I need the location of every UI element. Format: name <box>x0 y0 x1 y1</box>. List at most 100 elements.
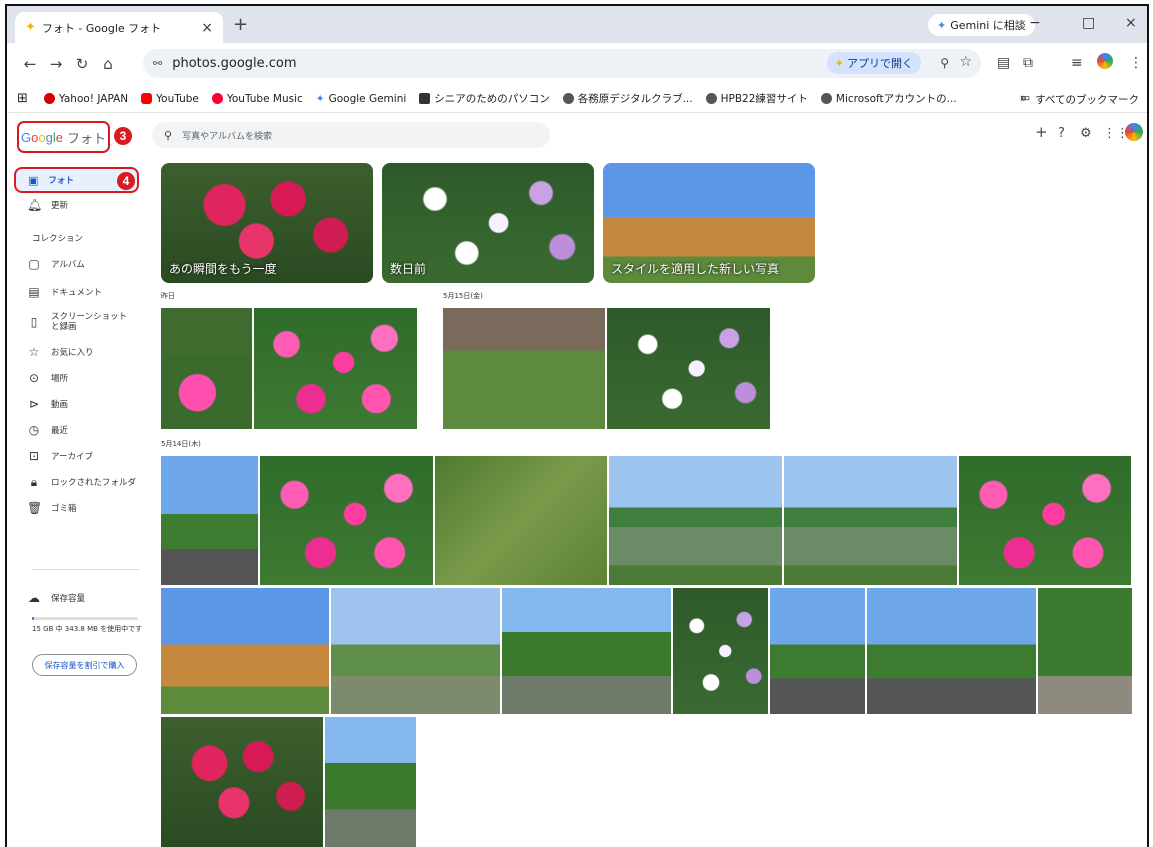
sidebar-item-videos[interactable]: ⊳ 動画 <box>27 395 68 413</box>
bookmark-item[interactable]: Yahoo! JAPAN <box>43 93 128 105</box>
screenshot-icon: ▯ <box>30 315 38 329</box>
google-photos-logo[interactable]: Google フォト <box>17 121 110 153</box>
google-photos-app: Google フォト 3 ⚲ 写真やアルバムを検索 + ? ⚙ ⋮⋮ ▣ フォト… <box>7 113 1147 847</box>
logo-google-text: Google <box>21 129 63 145</box>
memory-card-label: スタイルを適用した新しい写真 <box>611 262 780 276</box>
bookmark-item[interactable]: HPB22練習サイト <box>705 91 808 106</box>
reading-list-icon[interactable]: ▤ <box>997 55 1010 71</box>
tab-close-icon[interactable]: × <box>201 20 213 36</box>
new-tab-button[interactable]: + <box>233 14 248 35</box>
photo-thumbnail[interactable] <box>673 588 768 714</box>
sidebar-item-label: 更新 <box>51 201 69 211</box>
bookmark-label: YouTube <box>156 92 199 105</box>
pinwheel-icon: ✦ <box>834 56 844 70</box>
photo-thumbnail[interactable] <box>331 588 500 714</box>
reload-icon[interactable]: ↻ <box>69 55 95 73</box>
photo-thumbnail[interactable] <box>607 308 770 429</box>
youtube-icon <box>141 93 153 104</box>
address-bar[interactable]: ⚯ photos.google.com ✦ アプリで開く ⚲ ☆ <box>143 49 981 78</box>
minimize-button[interactable]: − <box>1029 15 1041 31</box>
open-app-button[interactable]: ✦ アプリで開く <box>826 52 921 74</box>
memory-card[interactable]: 数日前 <box>382 163 594 283</box>
bookmark-star-icon[interactable]: ☆ <box>959 54 972 70</box>
photo-thumbnail[interactable] <box>161 308 252 429</box>
bookmark-item[interactable]: ✦ Google Gemini <box>316 93 407 105</box>
photo-thumbnail[interactable] <box>435 456 607 585</box>
archive-icon: ⊡ <box>28 449 40 463</box>
globe-icon <box>562 93 574 104</box>
trash-icon: 🗑︎ <box>27 501 43 515</box>
sidebar-item-label: 保存容量 <box>51 594 86 604</box>
settings-gear-icon[interactable]: ⚙ <box>1080 126 1092 141</box>
browser-menu-icon[interactable]: ⋮ <box>1129 55 1143 71</box>
home-icon[interactable]: ⌂ <box>95 55 121 73</box>
photo-thumbnail[interactable] <box>161 456 258 585</box>
photo-thumbnail[interactable] <box>161 717 323 847</box>
photo-thumbnail[interactable] <box>959 456 1131 585</box>
photo-thumbnail[interactable] <box>784 456 957 585</box>
storage-progress-fill <box>32 617 35 620</box>
all-bookmarks-button[interactable]: ▭ すべてのブックマーク <box>1020 92 1139 107</box>
pinwheel-icon: ✦ <box>25 20 36 35</box>
back-arrow-icon[interactable]: ← <box>17 55 43 73</box>
clock-icon: ◷ <box>28 423 40 437</box>
photo-thumbnail[interactable] <box>254 308 417 429</box>
photo-thumbnail[interactable] <box>502 588 671 714</box>
screenshot-search-icon[interactable]: ⧉ <box>1023 55 1033 71</box>
sidebar: ▣ フォト 4 🔔︎ 更新 コレクション ▢ アルバム ▤ ドキュメント ▯ スクリー… <box>7 159 152 847</box>
bookmark-item[interactable]: 各務原デジタルクラブ... <box>562 91 693 106</box>
photo-thumbnail[interactable] <box>770 588 865 714</box>
gemini-button[interactable]: ✦ Gemini に相談 <box>928 14 1035 36</box>
zoom-icon[interactable]: ⚲ <box>940 56 949 70</box>
site-info-icon[interactable]: ⚯ <box>153 57 162 70</box>
photo-thumbnail[interactable] <box>161 588 329 714</box>
close-window-button[interactable]: × <box>1125 15 1137 31</box>
sidebar-item-label: ロックされたフォルダ <box>51 478 137 488</box>
sidebar-divider <box>32 569 140 570</box>
buy-storage-button[interactable]: 保存容量を割引で購入 <box>32 654 137 676</box>
help-icon[interactable]: ? <box>1058 126 1065 141</box>
tab-title: フォト - Google フォト <box>41 21 162 35</box>
create-plus-icon[interactable]: + <box>1035 123 1048 141</box>
sidebar-item-label: ゴミ箱 <box>51 504 77 514</box>
search-bar[interactable]: ⚲ 写真やアルバムを検索 <box>152 122 550 148</box>
photo-thumbnail[interactable] <box>609 456 782 585</box>
tab-google-photos[interactable]: ✦ フォト - Google フォト × <box>15 12 223 43</box>
sidebar-item-documents[interactable]: ▤ ドキュメント <box>27 283 102 301</box>
sidebar-item-recent[interactable]: ◷ 最近 <box>27 421 68 439</box>
storage-progress-bar <box>32 617 138 620</box>
maximize-button[interactable]: □ <box>1082 15 1095 31</box>
apps-grid-icon[interactable]: ⊞ <box>17 91 28 106</box>
all-bookmarks-label: すべてのブックマーク <box>1035 94 1139 106</box>
profile-avatar-icon[interactable] <box>1097 53 1113 73</box>
forward-arrow-icon[interactable]: → <box>43 55 69 73</box>
account-avatar-icon[interactable] <box>1125 123 1143 145</box>
sidebar-item-updates[interactable]: 🔔︎ 更新 <box>27 196 68 214</box>
sidebar-item-storage[interactable]: ☁︎ 保存容量 <box>27 589 85 607</box>
bookmark-item[interactable]: YouTube <box>141 93 199 105</box>
pin-icon: ⊙ <box>28 371 40 385</box>
memory-card[interactable]: あの瞬間をもう一度 <box>161 163 373 283</box>
bookmark-favicon-icon <box>43 93 55 104</box>
photo-thumbnail[interactable] <box>260 456 433 585</box>
sidebar-item-places[interactable]: ⊙ 場所 <box>27 369 68 387</box>
sidebar-item-albums[interactable]: ▢ アルバム <box>27 255 85 273</box>
bookmark-item[interactable]: Microsoftアカウントの... <box>820 91 957 106</box>
sidebar-item-screenshots[interactable]: ▯ スクリーンショットと録画 <box>27 309 131 335</box>
bookmark-item[interactable]: YouTube Music <box>211 93 303 105</box>
photo-thumbnail[interactable] <box>443 308 605 429</box>
sidebar-item-trash[interactable]: 🗑︎ ゴミ箱 <box>27 499 77 517</box>
annotation-badge-4: 4 <box>117 172 135 190</box>
bookmark-item[interactable]: シニアのためのパソコン <box>419 91 550 106</box>
photo-thumbnail[interactable] <box>867 588 1036 714</box>
photo-thumbnail[interactable] <box>1038 588 1132 714</box>
sidebar-item-label: 場所 <box>51 374 69 384</box>
photo-thumbnail[interactable] <box>325 717 416 847</box>
sidebar-item-archive[interactable]: ⊡ アーカイブ <box>27 447 93 465</box>
memory-card[interactable]: スタイルを適用した新しい写真 <box>603 163 815 283</box>
sidebar-item-favorites[interactable]: ☆ お気に入り <box>27 343 94 361</box>
sidebar-item-locked-folder[interactable]: 🔒︎ ロックされたフォルダ <box>27 473 136 491</box>
gemini-icon: ✦ <box>937 18 947 32</box>
photo-grid: あの瞬間をもう一度 数日前 スタイルを適用した新しい写真 昨日 5月15日(金)… <box>153 153 1147 847</box>
media-control-icon[interactable]: ≡ <box>1071 55 1083 71</box>
